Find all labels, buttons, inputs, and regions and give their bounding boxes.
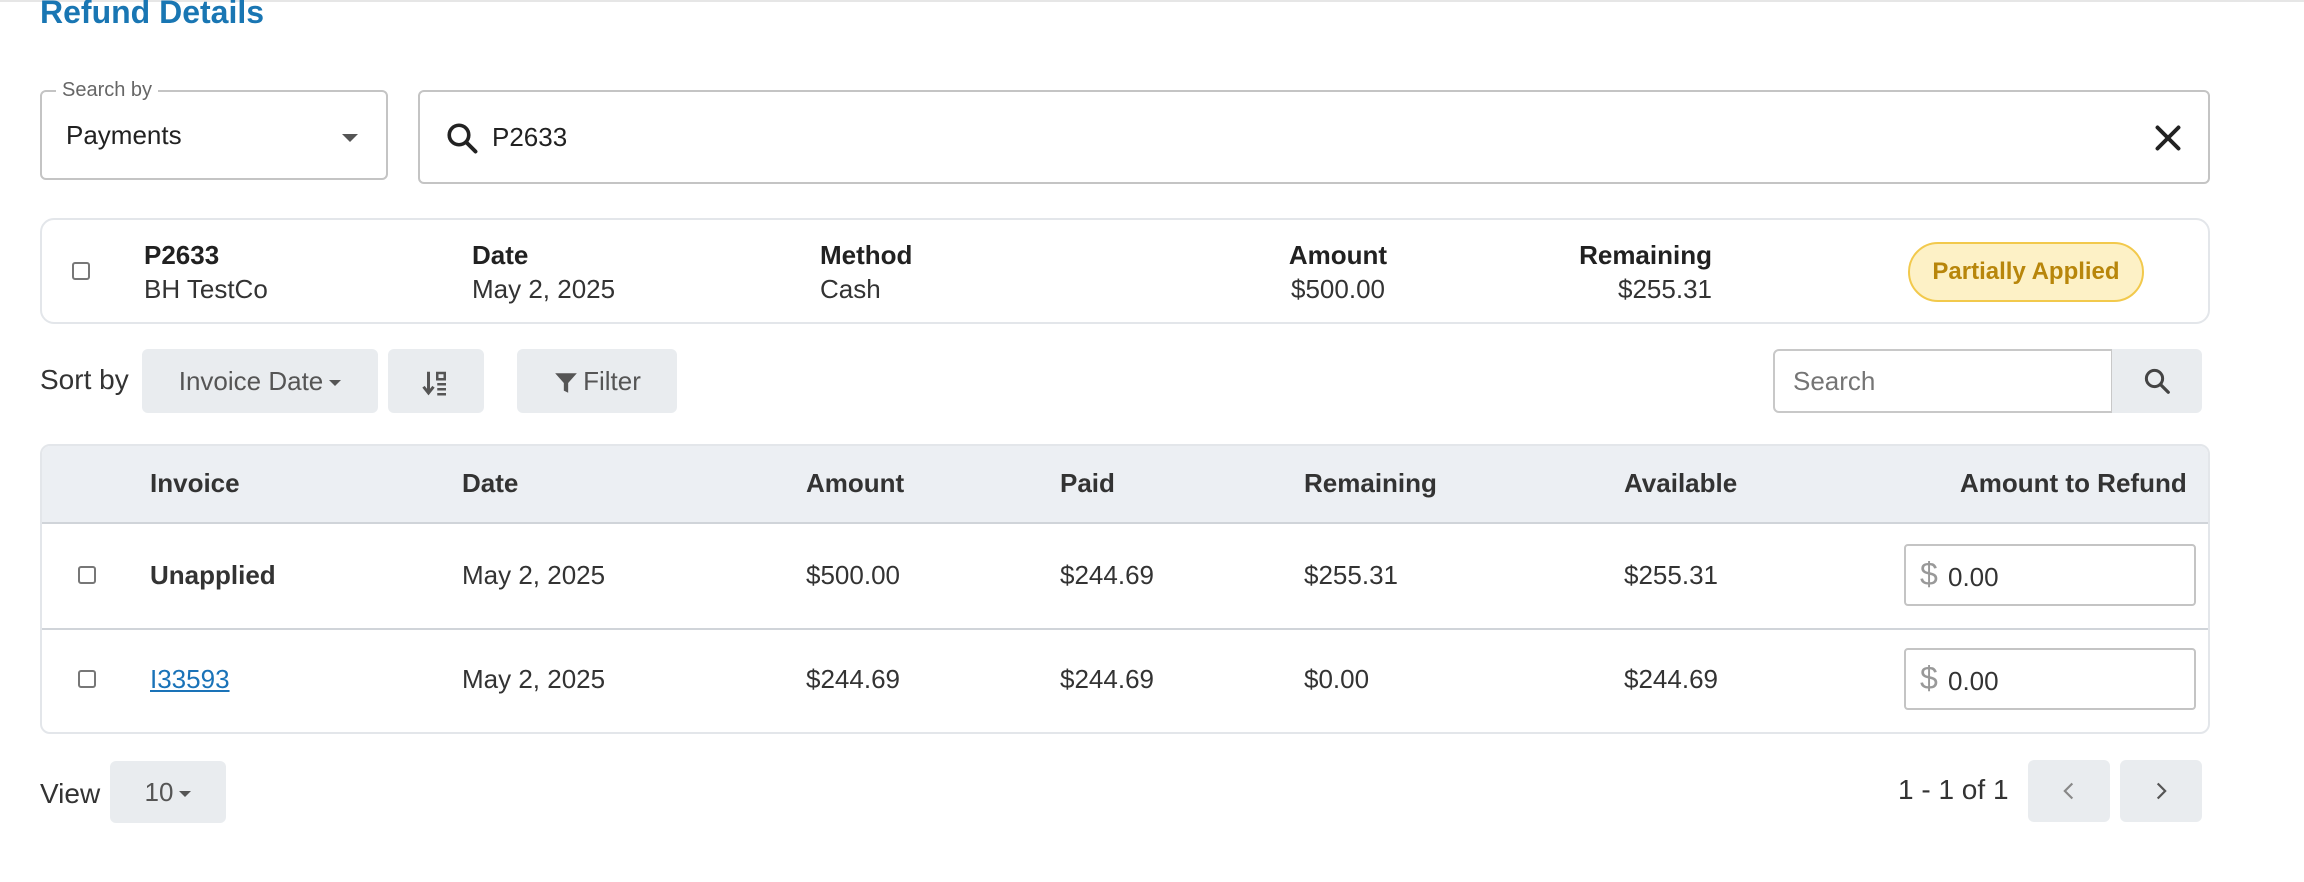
payment-remaining-label: Remaining bbox=[1579, 240, 1712, 270]
row-remaining: $255.31 bbox=[1304, 560, 1398, 590]
col-amount-to-refund: Amount to Refund bbox=[1960, 468, 2187, 498]
refund-amount-value: 0.00 bbox=[1948, 666, 1999, 696]
payment-method-col: Method Cash bbox=[820, 238, 912, 306]
table-search-button[interactable] bbox=[2112, 349, 2202, 413]
payment-search-input[interactable]: P2633 bbox=[418, 90, 2210, 184]
payment-amount-label: Amount bbox=[1288, 240, 1388, 270]
row-remaining: $0.00 bbox=[1304, 664, 1370, 694]
payment-date-col: Date May 2, 2025 bbox=[472, 238, 615, 306]
chevron-right-icon bbox=[2156, 782, 2167, 800]
pagination-range: 1 - 1 of 1 bbox=[1898, 774, 2009, 805]
filter-label: Filter bbox=[583, 366, 641, 396]
sort-by-button[interactable]: Invoice Date bbox=[142, 349, 378, 413]
sort-label: Sort by bbox=[40, 364, 129, 395]
top-shadow bbox=[0, 0, 2304, 2]
caret-down-icon bbox=[179, 791, 192, 798]
payment-checkbox[interactable] bbox=[72, 262, 90, 280]
row-checkbox[interactable] bbox=[78, 566, 96, 584]
payment-amount: $500.00 bbox=[1291, 274, 1385, 304]
payment-method-label: Method bbox=[820, 240, 913, 270]
refund-amount-input[interactable]: $ 0.00 bbox=[1904, 648, 2196, 710]
search-by-value: Payments bbox=[66, 120, 182, 150]
chevron-left-icon bbox=[2063, 782, 2074, 800]
payment-amount-col: Amount $500.00 bbox=[1268, 238, 1408, 306]
payment-customer: BH TestCo bbox=[144, 274, 268, 304]
status-badge: Partially Applied bbox=[1908, 242, 2144, 302]
dollar-icon: $ bbox=[1920, 660, 1938, 696]
row-paid: $244.69 bbox=[1060, 664, 1154, 694]
payment-remaining: $255.31 bbox=[1618, 274, 1712, 304]
payment-id-col: P2633 BH TestCo bbox=[144, 238, 268, 306]
close-icon[interactable] bbox=[2150, 120, 2186, 156]
col-paid: Paid bbox=[1060, 468, 1115, 498]
table-row: I33593 May 2, 2025 $244.69 $244.69 $0.00… bbox=[42, 628, 2208, 732]
row-amount: $500.00 bbox=[806, 560, 900, 590]
search-icon bbox=[447, 123, 478, 154]
table-header: Invoice Date Amount Paid Remaining Avail… bbox=[42, 446, 2208, 524]
sort-direction-button[interactable] bbox=[388, 349, 484, 413]
refund-amount-value: 0.00 bbox=[1948, 562, 1999, 592]
page-size-value: 10 bbox=[144, 777, 174, 807]
payment-card: P2633 BH TestCo Date May 2, 2025 Method … bbox=[40, 218, 2210, 324]
row-invoice: Unapplied bbox=[150, 560, 276, 590]
search-by-label: Search by bbox=[56, 79, 159, 102]
payment-date-label: Date bbox=[472, 240, 529, 270]
view-label: View bbox=[40, 778, 101, 809]
row-date: May 2, 2025 bbox=[462, 664, 606, 694]
payment-id: P2633 bbox=[144, 240, 220, 270]
row-available: $244.69 bbox=[1624, 664, 1718, 694]
search-by-select[interactable]: Search by Payments bbox=[40, 79, 388, 180]
sort-ascending-icon bbox=[422, 371, 446, 396]
refund-amount-input[interactable]: $ 0.00 bbox=[1904, 544, 2196, 606]
col-available: Available bbox=[1624, 468, 1738, 498]
row-checkbox[interactable] bbox=[78, 670, 96, 688]
table-row: Unapplied May 2, 2025 $500.00 $244.69 $2… bbox=[42, 524, 2208, 630]
dollar-icon: $ bbox=[1920, 556, 1938, 592]
table-search-input[interactable] bbox=[1773, 349, 2113, 413]
col-remaining: Remaining bbox=[1304, 468, 1437, 498]
col-date: Date bbox=[462, 468, 519, 498]
row-paid: $244.69 bbox=[1060, 560, 1154, 590]
payment-date: May 2, 2025 bbox=[472, 274, 616, 304]
payment-remaining-col: Remaining $255.31 bbox=[1572, 238, 1712, 306]
prev-page-button[interactable] bbox=[2028, 760, 2110, 822]
caret-down-icon bbox=[342, 134, 358, 142]
caret-down-icon bbox=[329, 380, 342, 387]
col-amount: Amount bbox=[806, 468, 905, 498]
page-size-button[interactable]: 10 bbox=[110, 761, 226, 823]
payment-method: Cash bbox=[820, 274, 881, 304]
row-date: May 2, 2025 bbox=[462, 560, 606, 590]
col-invoice: Invoice bbox=[150, 468, 240, 498]
search-icon bbox=[2144, 368, 2170, 394]
row-amount: $244.69 bbox=[806, 664, 900, 694]
filter-icon bbox=[555, 373, 577, 393]
row-available: $255.31 bbox=[1624, 560, 1718, 590]
invoice-link[interactable]: I33593 bbox=[150, 664, 230, 695]
filter-button[interactable]: Filter bbox=[517, 349, 677, 413]
next-page-button[interactable] bbox=[2120, 760, 2202, 822]
refund-table: Invoice Date Amount Paid Remaining Avail… bbox=[40, 444, 2210, 734]
sort-by-value: Invoice Date bbox=[178, 366, 324, 396]
payment-search-value: P2633 bbox=[492, 122, 568, 152]
page-title: Refund Details bbox=[40, 0, 265, 30]
